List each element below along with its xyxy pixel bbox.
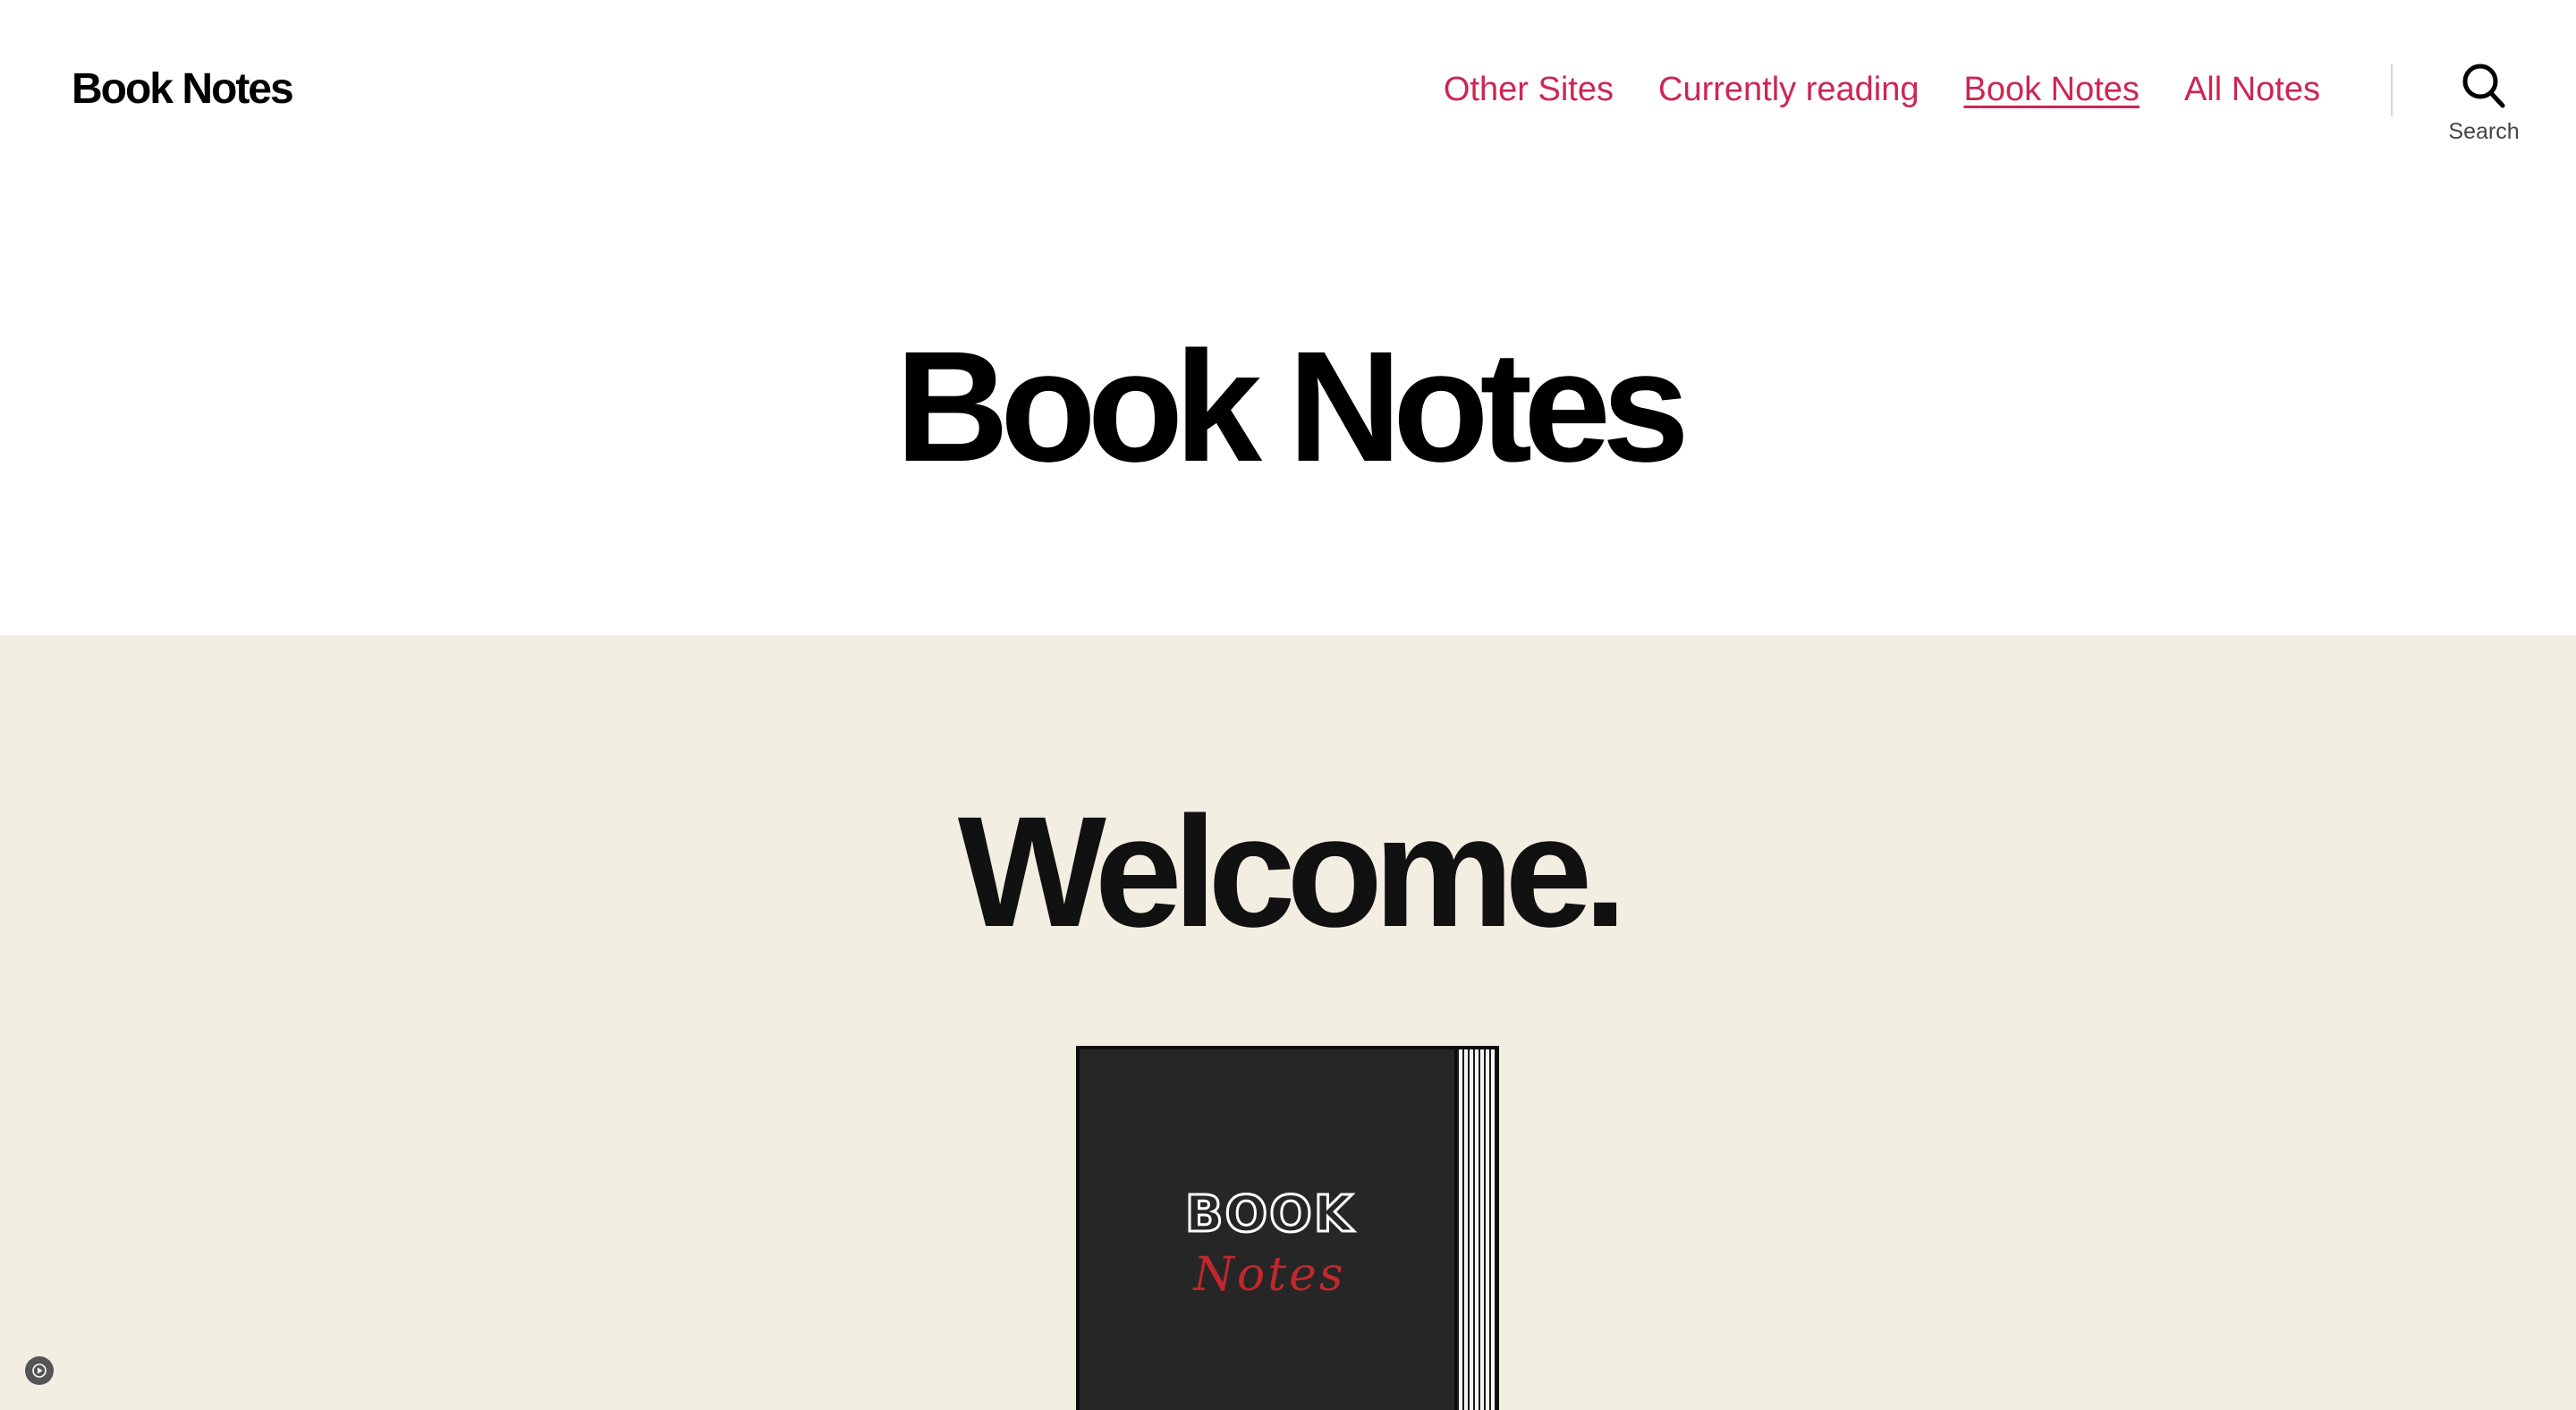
nav-item-book-notes[interactable]: Book Notes xyxy=(1963,63,2139,116)
play-icon xyxy=(32,1363,47,1378)
nav-item-other-sites[interactable]: Other Sites xyxy=(1444,63,1614,116)
site-header: Book Notes Other Sites Currently reading… xyxy=(0,0,2576,179)
primary-nav: Other Sites Currently reading Book Notes… xyxy=(1444,63,2320,116)
page-content: Welcome. BOOK Notes xyxy=(0,635,2576,1410)
cover-word-book: BOOK xyxy=(1183,1185,1355,1245)
cover-word-notes: Notes xyxy=(1193,1248,1346,1302)
search-label: Search xyxy=(2448,119,2520,144)
search-toggle-button[interactable]: Search xyxy=(2424,63,2544,161)
book-cover-image: BOOK Notes xyxy=(1076,1046,1499,1410)
book-pages-edge xyxy=(1454,1049,1496,1410)
nav-item-all-notes[interactable]: All Notes xyxy=(2184,63,2320,116)
nav-divider xyxy=(2391,64,2393,116)
page-title: Book Notes xyxy=(895,319,1690,495)
nav-item-currently-reading[interactable]: Currently reading xyxy=(1658,63,1919,116)
site-title-link[interactable]: Book Notes xyxy=(72,63,294,116)
play-button[interactable] xyxy=(25,1356,54,1385)
page-hero: Book Notes xyxy=(0,179,2576,635)
welcome-heading: Welcome. xyxy=(957,785,1627,960)
search-icon xyxy=(2462,64,2505,108)
